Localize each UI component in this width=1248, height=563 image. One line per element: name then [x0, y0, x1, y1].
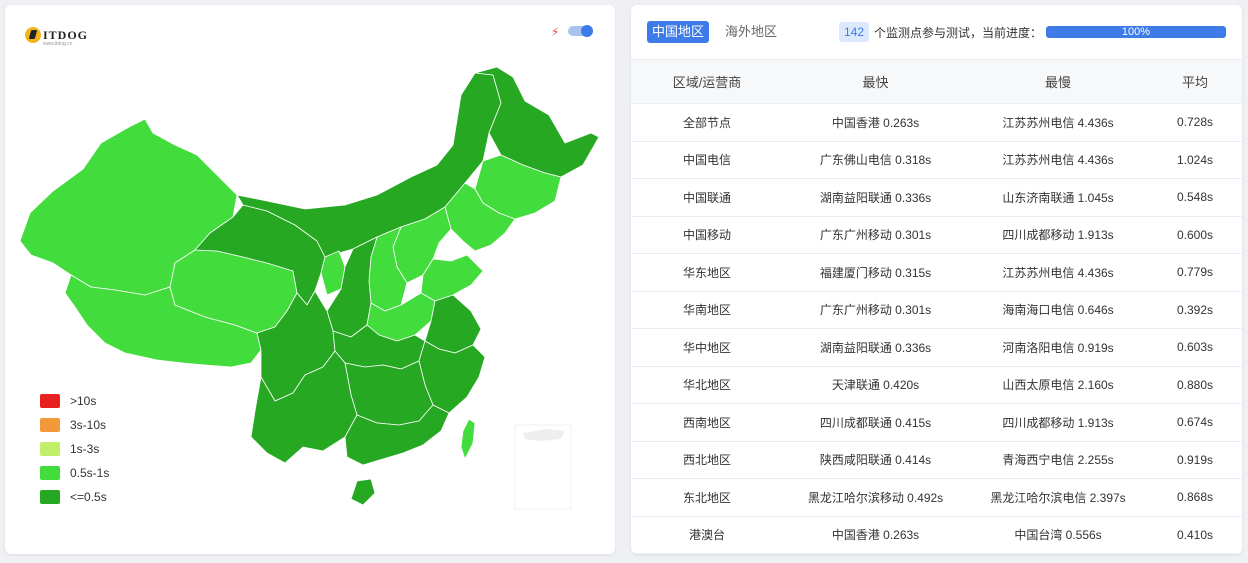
cell-fastest: 广东佛山电信 0.318s	[783, 141, 968, 179]
cell-region: 华北地区	[631, 366, 783, 404]
legend-item-1to3: 1s-3s	[40, 437, 109, 461]
legend-swatch	[40, 466, 60, 480]
toggle-knob[interactable]	[581, 25, 593, 37]
table-row: 西南地区 四川成都联通 0.415s 四川成都移动 1.913s 0.674s	[631, 403, 1242, 442]
legend-label: <=0.5s	[70, 490, 107, 504]
cell-region: 华南地区	[631, 291, 783, 329]
legend-item-le05: <=0.5s	[40, 485, 109, 509]
cell-average: 0.779s	[1148, 253, 1242, 292]
legend-label: 0.5s-1s	[70, 466, 110, 480]
results-panel: 中国地区 海外地区 142 个监测点参与测试，当前进度： 100% 区域/运营商…	[631, 5, 1242, 554]
table-body: 全部节点 中国香港 0.263s 江苏苏州电信 4.436s 0.728s 中国电信 广东…	[631, 103, 1242, 554]
map-mode-toggle[interactable]	[568, 25, 593, 37]
progress-caption: 个监测点参与测试，当前进度：	[874, 26, 1043, 40]
cell-region: 中国移动	[631, 216, 783, 254]
cell-region: 东北地区	[631, 478, 783, 517]
cell-average: 0.919s	[1148, 441, 1242, 479]
map-panel: ITDOG www.itdog.cn ⚡ >10s 3s-10s 1s-3s 0…	[5, 5, 615, 554]
region-taiwan[interactable]	[460, 418, 476, 460]
cell-slowest: 海南海口电信 0.646s	[968, 291, 1148, 329]
cell-region: 华中地区	[631, 328, 783, 367]
legend-item-05to1: 0.5s-1s	[40, 461, 109, 485]
cell-slowest: 江苏苏州电信 4.436s	[968, 253, 1148, 292]
cell-fastest: 四川成都联通 0.415s	[783, 403, 968, 442]
table-row: 中国联通 湖南益阳联通 0.336s 山东济南联通 1.045s 0.548s	[631, 178, 1242, 217]
cell-average: 0.674s	[1148, 403, 1242, 442]
legend-label: >10s	[70, 394, 97, 408]
cell-fastest: 中国香港 0.263s	[783, 516, 968, 554]
cell-slowest: 四川成都移动 1.913s	[968, 216, 1148, 254]
cell-region: 中国电信	[631, 141, 783, 179]
table-row: 中国移动 广东广州移动 0.301s 四川成都移动 1.913s 0.600s	[631, 216, 1242, 254]
cell-region: 华东地区	[631, 253, 783, 292]
cell-region: 西南地区	[631, 403, 783, 442]
table-row: 华东地区 福建厦门移动 0.315s 江苏苏州电信 4.436s 0.779s	[631, 253, 1242, 292]
cell-slowest: 中国台湾 0.556s	[968, 516, 1148, 554]
dog-logo-icon	[25, 27, 41, 43]
results-table: 区域/运营商 最快 最慢 平均 全部节点 中国香港 0.263s 江苏苏州电信 4.…	[631, 59, 1242, 554]
cell-region: 西北地区	[631, 441, 783, 479]
cell-average: 1.024s	[1148, 141, 1242, 179]
legend-swatch	[40, 442, 60, 456]
cell-fastest: 福建厦门移动 0.315s	[783, 253, 968, 292]
cell-fastest: 广东广州移动 0.301s	[783, 216, 968, 254]
cell-fastest: 湖南益阳联通 0.336s	[783, 178, 968, 217]
cell-fastest: 天津联通 0.420s	[783, 366, 968, 404]
tab-overseas[interactable]: 海外地区	[720, 21, 782, 43]
tab-china[interactable]: 中国地区	[647, 21, 710, 43]
progress-label: 100%	[1121, 26, 1151, 38]
cell-average: 0.603s	[1148, 328, 1242, 367]
legend-swatch	[40, 490, 60, 504]
cell-fastest: 中国香港 0.263s	[783, 103, 968, 142]
cell-region: 中国联通	[631, 178, 783, 217]
table-row: 中国电信 广东佛山电信 0.318s 江苏苏州电信 4.436s 1.024s	[631, 141, 1242, 179]
cell-fastest: 黑龙江哈尔滨移动 0.492s	[783, 478, 968, 517]
table-row: 华南地区 广东广州移动 0.301s 海南海口电信 0.646s 0.392s	[631, 291, 1242, 329]
legend-item-3to10: 3s-10s	[40, 413, 109, 437]
cell-average: 0.600s	[1148, 216, 1242, 254]
lightning-icon: ⚡	[551, 25, 560, 39]
region-hainan[interactable]	[350, 478, 376, 506]
cell-region: 港澳台	[631, 516, 783, 554]
table-row: 东北地区 黑龙江哈尔滨移动 0.492s 黑龙江哈尔滨电信 2.397s 0.868s	[631, 478, 1242, 517]
legend-swatch	[40, 418, 60, 432]
table-row: 华中地区 湖南益阳联通 0.336s 河南洛阳电信 0.919s 0.603s	[631, 328, 1242, 367]
cell-average: 0.868s	[1148, 478, 1242, 517]
cell-slowest: 江苏苏州电信 4.436s	[968, 103, 1148, 142]
cell-slowest: 青海西宁电信 2.255s	[968, 441, 1148, 479]
legend-label: 1s-3s	[70, 442, 100, 456]
column-header-region: 区域/运营商	[631, 59, 783, 104]
cell-fastest: 湖南益阳联通 0.336s	[783, 328, 968, 367]
table-row: 华北地区 天津联通 0.420s 山西太原电信 2.160s 0.880s	[631, 366, 1242, 404]
table-row: 全部节点 中国香港 0.263s 江苏苏州电信 4.436s 0.728s	[631, 103, 1242, 142]
column-header-fastest: 最快	[783, 59, 968, 104]
cell-fastest: 广东广州移动 0.301s	[783, 291, 968, 329]
legend-swatch	[40, 394, 60, 408]
legend-label: 3s-10s	[70, 418, 107, 432]
cell-average: 0.728s	[1148, 103, 1242, 142]
cell-average: 0.880s	[1148, 366, 1242, 404]
legend-item-gt10: >10s	[40, 389, 109, 413]
cell-region: 全部节点	[631, 103, 783, 142]
map-legend: >10s 3s-10s 1s-3s 0.5s-1s <=0.5s	[40, 389, 109, 509]
cell-slowest: 四川成都移动 1.913s	[968, 403, 1148, 442]
cell-slowest: 山西太原电信 2.160s	[968, 366, 1148, 404]
cell-slowest: 山东济南联通 1.045s	[968, 178, 1148, 217]
region-tabs: 中国地区 海外地区 142 个监测点参与测试，当前进度： 100%	[631, 5, 1242, 59]
cell-slowest: 河南洛阳电信 0.919s	[968, 328, 1148, 367]
node-count-badge: 142	[839, 22, 870, 42]
cell-average: 0.410s	[1148, 516, 1242, 554]
cell-slowest: 黑龙江哈尔滨电信 2.397s	[968, 478, 1148, 517]
cell-average: 0.392s	[1148, 291, 1242, 329]
logo-subtext: www.itdog.cn	[43, 41, 73, 47]
cell-fastest: 陕西咸阳联通 0.414s	[783, 441, 968, 479]
cell-average: 0.548s	[1148, 178, 1242, 217]
progress-bar: 100%	[1046, 26, 1226, 38]
column-header-slowest: 最慢	[968, 59, 1148, 104]
table-row: 港澳台 中国香港 0.263s 中国台湾 0.556s 0.410s	[631, 516, 1242, 554]
cell-slowest: 江苏苏州电信 4.436s	[968, 141, 1148, 179]
table-header-row: 区域/运营商 最快 最慢 平均	[631, 59, 1242, 104]
column-header-average: 平均	[1148, 59, 1242, 104]
table-row: 西北地区 陕西咸阳联通 0.414s 青海西宁电信 2.255s 0.919s	[631, 441, 1242, 479]
